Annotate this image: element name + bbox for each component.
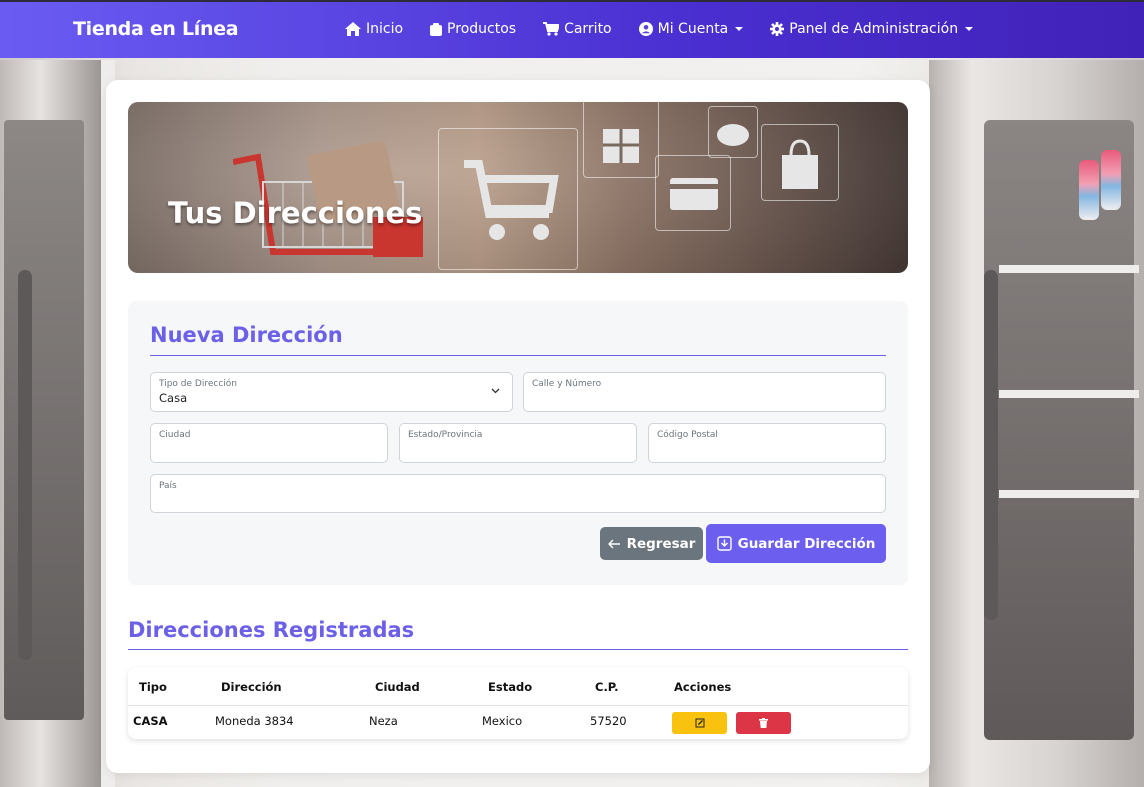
column-header-acciones: Acciones	[674, 680, 732, 694]
column-header-ciudad: Ciudad	[375, 680, 420, 694]
delete-button[interactable]	[736, 712, 791, 734]
save-address-button[interactable]: Guardar Dirección	[706, 524, 886, 563]
user-circle-icon	[638, 22, 653, 36]
city-field[interactable]: Ciudad	[150, 423, 388, 463]
cart-icon	[543, 22, 560, 36]
nav-item-carrito[interactable]: Carrito	[543, 21, 612, 37]
chevron-down-icon	[491, 388, 500, 394]
cell-estado: Mexico	[482, 714, 523, 728]
nav-item-label: Mi Cuenta	[657, 21, 729, 37]
edit-icon	[695, 718, 704, 728]
credit-card-icon	[655, 155, 731, 231]
page-title: Tus Direcciones	[168, 196, 423, 230]
chevron-down-icon	[735, 27, 744, 31]
hero-banner: Tus Direcciones	[128, 102, 908, 273]
cell-cp: 57520	[590, 714, 627, 728]
field-label: Código Postal	[657, 430, 718, 440]
column-header-cp: C.P.	[595, 680, 619, 694]
shopping-bag-icon	[761, 124, 839, 201]
nav-item-productos[interactable]: Productos	[430, 21, 516, 37]
form-title: Nueva Dirección	[150, 323, 343, 347]
section-title: Direcciones Registradas	[128, 618, 415, 642]
column-header-tipo: Tipo	[139, 680, 167, 694]
nav-item-label: Inicio	[366, 21, 404, 37]
state-field[interactable]: Estado/Provincia	[399, 423, 637, 463]
postal-code-field[interactable]: Código Postal	[648, 423, 886, 463]
chevron-down-icon	[965, 27, 974, 31]
home-icon	[345, 22, 361, 36]
edit-button[interactable]	[672, 712, 727, 734]
back-button-label: Regresar	[626, 535, 696, 552]
trash-icon	[759, 718, 768, 728]
country-field[interactable]: País	[150, 474, 886, 513]
field-label: Tipo de Dirección	[159, 379, 237, 389]
piggy-bank-icon	[708, 106, 758, 158]
box-icon	[430, 22, 443, 36]
street-number-field[interactable]: Calle y Número	[523, 372, 886, 412]
gift-icon	[583, 102, 659, 178]
divider	[128, 705, 908, 706]
address-type-select[interactable]: Tipo de Dirección Casa	[150, 372, 513, 412]
field-value: Casa	[159, 391, 188, 405]
arrow-left-icon	[607, 539, 620, 548]
main-card: Tus Direcciones Nueva Dirección Tipo de …	[106, 80, 930, 773]
divider	[150, 355, 886, 356]
nav-item-inicio[interactable]: Inicio	[345, 21, 403, 37]
divider	[128, 649, 908, 650]
column-header-direccion: Dirección	[221, 680, 282, 694]
addresses-table: Tipo Dirección Ciudad Estado C.P. Accion…	[128, 667, 908, 739]
field-label: Calle y Número	[532, 379, 602, 389]
nav-item-mi-cuenta[interactable]: Mi Cuenta	[638, 21, 744, 37]
nav-item-label: Carrito	[564, 21, 612, 37]
cart-outline-icon	[438, 128, 578, 270]
field-label: País	[159, 481, 177, 491]
nav-item-label: Productos	[447, 21, 517, 37]
save-button-label: Guardar Dirección	[737, 535, 876, 552]
back-button[interactable]: Regresar	[600, 527, 703, 560]
cell-tipo: CASA	[133, 714, 168, 728]
new-address-form: Nueva Dirección Tipo de Dirección Casa C…	[128, 301, 908, 585]
nav-item-label: Panel de Administración	[789, 21, 959, 37]
field-label: Estado/Provincia	[408, 430, 483, 440]
navbar: Tienda en Línea Inicio Productos Carrito…	[0, 0, 1144, 58]
nav-item-panel-admin[interactable]: Panel de Administración	[770, 21, 974, 37]
gear-icon	[770, 22, 785, 36]
cell-direccion: Moneda 3834	[215, 714, 294, 728]
download-icon	[716, 536, 732, 551]
cell-ciudad: Neza	[369, 714, 398, 728]
field-label: Ciudad	[159, 430, 191, 440]
column-header-estado: Estado	[488, 680, 533, 694]
brand-logo[interactable]: Tienda en Línea	[73, 18, 239, 40]
